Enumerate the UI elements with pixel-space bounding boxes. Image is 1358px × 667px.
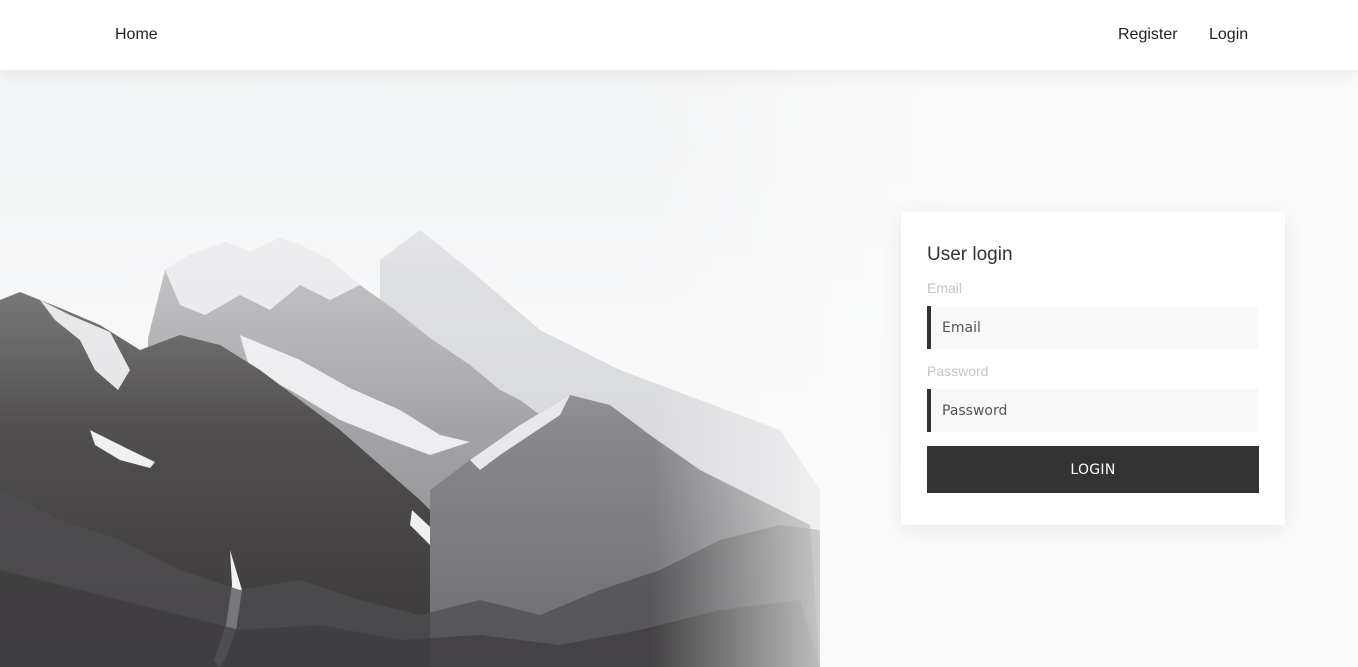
login-card: User login Email Password LOGIN [901,212,1285,525]
login-title: User login [927,244,1013,265]
password-input[interactable] [927,389,1258,432]
login-button[interactable]: LOGIN [927,446,1259,493]
email-label: Email [927,280,963,296]
nav-login-link[interactable]: Login [1209,24,1248,46]
email-input[interactable] [927,306,1258,349]
top-navbar: Home Register Login [0,0,1358,70]
nav-register-link[interactable]: Register [1118,24,1178,46]
password-label: Password [927,363,989,379]
nav-home-link[interactable]: Home [115,24,158,46]
